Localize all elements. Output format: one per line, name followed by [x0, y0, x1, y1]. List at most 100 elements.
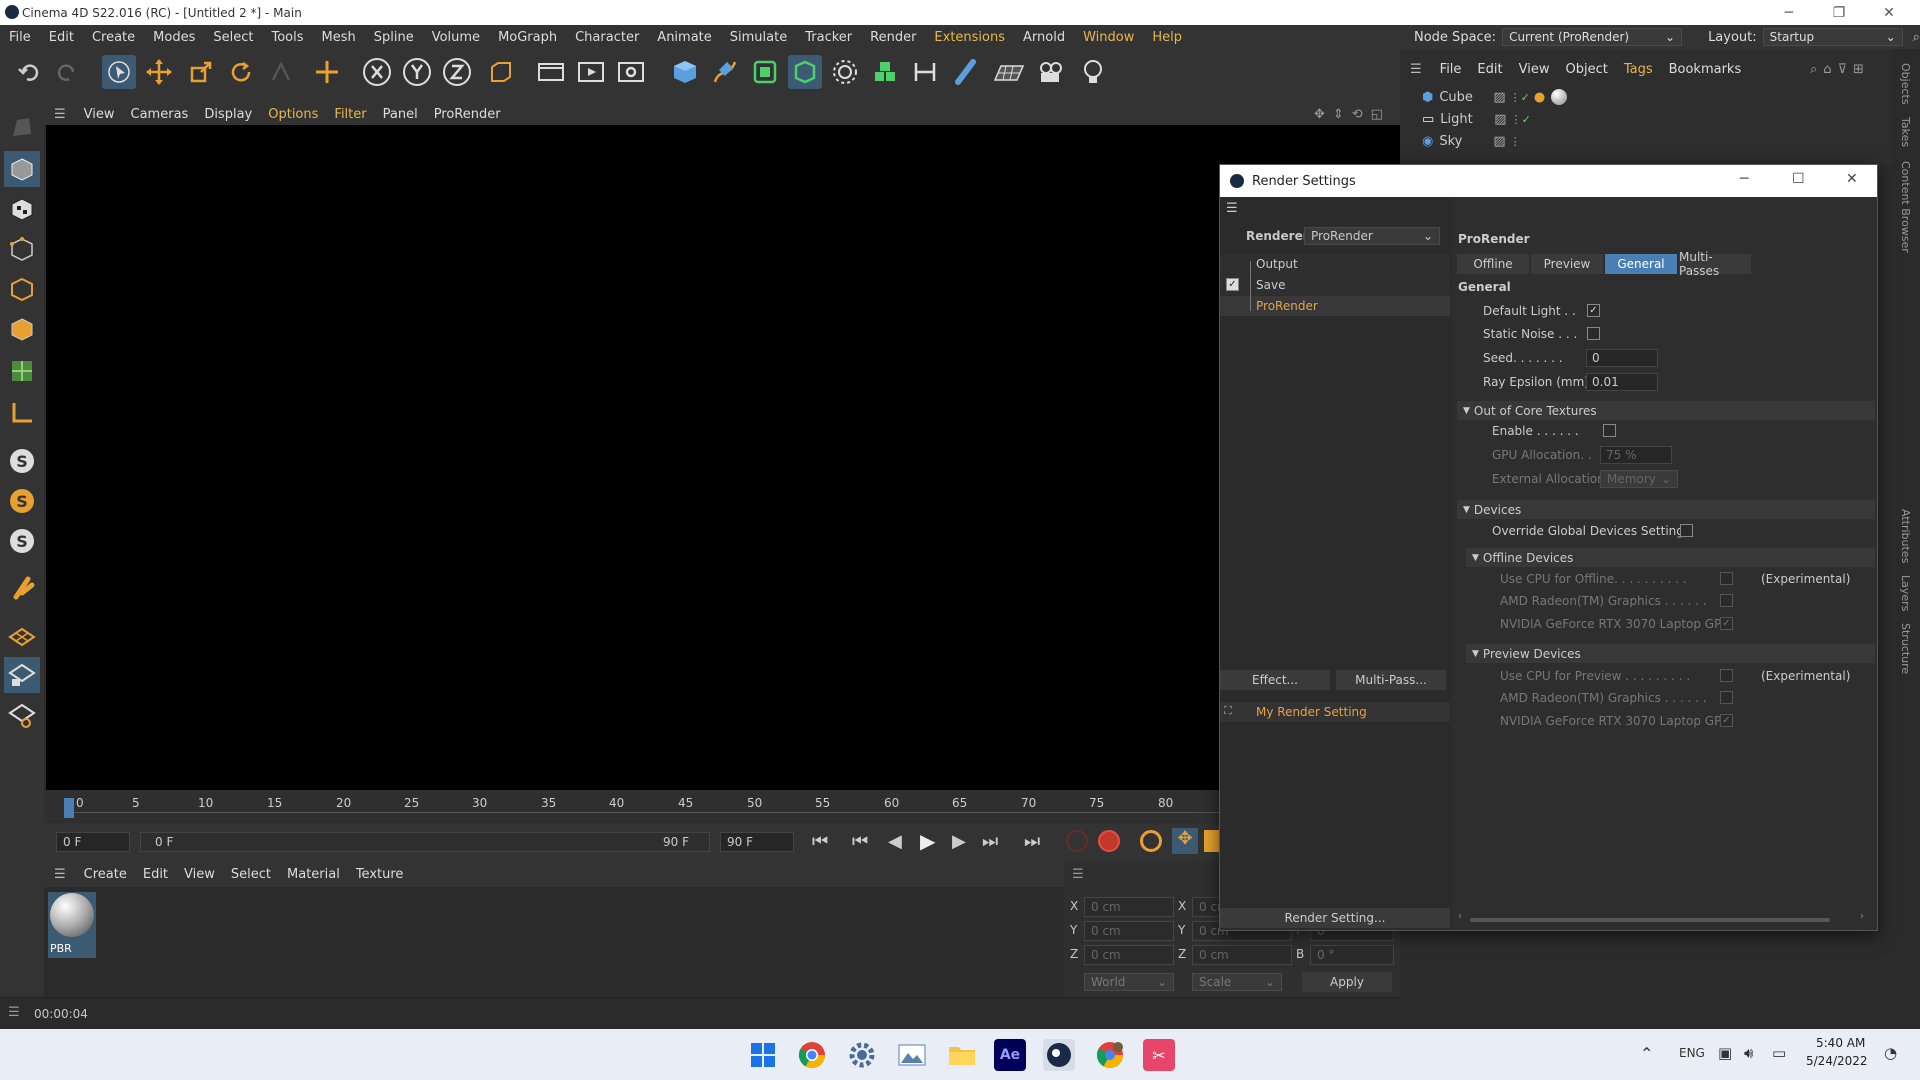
clock-date[interactable]: 5/24/2022 — [1806, 1054, 1868, 1068]
editable-toggle-icon[interactable]: ▨ — [1493, 134, 1505, 149]
battery-icon[interactable]: ▭ — [1772, 1044, 1786, 1062]
menu-edit[interactable]: Edit — [40, 30, 83, 45]
autokeying-icon[interactable] — [1098, 830, 1120, 852]
material-menu-edit[interactable]: Edit — [135, 867, 176, 882]
menu-create[interactable]: Create — [83, 30, 144, 45]
hamburger-menu-icon[interactable]: ☰ — [1072, 867, 1084, 882]
file-explorer-icon[interactable] — [946, 1039, 978, 1071]
tab-layers[interactable]: Layers — [1899, 575, 1912, 611]
object-menu-edit[interactable]: Edit — [1469, 62, 1510, 77]
lock-z-axis-icon[interactable] — [440, 55, 474, 89]
tab-preview[interactable]: Preview — [1531, 254, 1603, 274]
object-manager-tool-icons[interactable]: ⌕⌂⊽⊞ — [1810, 62, 1870, 77]
object-menu-tags[interactable]: Tags — [1616, 62, 1661, 77]
effect-button[interactable]: Effect... — [1220, 670, 1330, 690]
amd-offline-checkbox[interactable] — [1720, 594, 1733, 607]
position-y-field[interactable]: 0 cm — [1084, 921, 1174, 941]
minimize-button[interactable]: ─ — [1766, 0, 1812, 25]
visibility-dots-icon[interactable]: ⋮ — [1510, 135, 1521, 148]
menu-spline[interactable]: Spline — [365, 30, 423, 45]
menu-arnold[interactable]: Arnold — [1014, 30, 1074, 45]
material-menu-view[interactable]: View — [176, 867, 223, 882]
add-transform-icon[interactable] — [310, 55, 344, 89]
rotation-b-field[interactable]: 0 ° — [1310, 945, 1394, 965]
viewport-menu-options[interactable]: Options — [260, 107, 326, 122]
uv-mode-icon[interactable] — [4, 353, 40, 389]
viewport-menu-prorender[interactable]: ProRender — [426, 107, 509, 122]
notifications-icon[interactable]: ◔ — [1884, 1044, 1897, 1062]
playhead-marker[interactable] — [64, 798, 74, 818]
recent-tool-icon[interactable] — [264, 55, 298, 89]
apply-button[interactable]: Apply — [1302, 972, 1392, 992]
tree-item-prorender[interactable]: ProRender — [1220, 296, 1450, 316]
snap-settings-icon[interactable]: S — [4, 483, 40, 519]
hamburger-menu-icon[interactable]: ☰ — [1400, 62, 1432, 77]
light-bulb-icon[interactable] — [1076, 55, 1110, 89]
chrome-icon[interactable] — [796, 1039, 828, 1071]
devices-section-header[interactable]: ▼ Devices — [1457, 500, 1875, 519]
menu-volume[interactable]: Volume — [423, 30, 489, 45]
viewport-navigation-icons[interactable]: ✥⇕⟲◱ — [1314, 107, 1391, 122]
tab-attributes[interactable]: Attributes — [1899, 509, 1912, 563]
material-menu-texture[interactable]: Texture — [348, 867, 412, 882]
minimize-button[interactable]: ─ — [1740, 171, 1748, 187]
tree-item-output[interactable]: Output — [1220, 254, 1450, 274]
maximize-button[interactable]: ❐ — [1816, 0, 1862, 25]
scale-key-icon[interactable] — [1204, 830, 1220, 852]
visibility-check-icon[interactable]: ⋮✓ — [1510, 91, 1530, 104]
menu-help[interactable]: Help — [1143, 30, 1191, 45]
texture-mode-icon[interactable] — [4, 191, 40, 227]
node-space-select[interactable]: Current (ProRender) ⌄ — [1502, 28, 1683, 46]
clock-time[interactable]: 5:40 AM — [1816, 1036, 1865, 1050]
coordinate-system-icon[interactable] — [484, 55, 518, 89]
scrollbar-thumb[interactable] — [1470, 918, 1830, 922]
hamburger-menu-icon[interactable]: ☰ — [44, 867, 76, 882]
network-icon[interactable]: ▣ — [1718, 1044, 1732, 1062]
current-frame-field[interactable]: 0 F — [56, 832, 130, 852]
redo-icon[interactable] — [50, 55, 84, 89]
size-mode-select[interactable]: Scale ⌄ — [1192, 973, 1282, 991]
make-editable-icon[interactable] — [4, 109, 40, 145]
material-menu-select[interactable]: Select — [223, 867, 279, 882]
rotate-icon[interactable] — [224, 55, 258, 89]
tweak-icon[interactable] — [4, 569, 40, 605]
object-menu-view[interactable]: View — [1511, 62, 1558, 77]
menu-tracker[interactable]: Tracker — [796, 30, 861, 45]
locked-workplane-icon[interactable] — [4, 657, 40, 693]
photos-icon[interactable] — [896, 1039, 928, 1071]
save-enabled-checkbox[interactable]: ✓ — [1226, 278, 1239, 291]
viewport-canvas[interactable] — [46, 125, 1400, 790]
preview-devices-section-header[interactable]: ▼ Preview Devices — [1466, 644, 1875, 663]
tab-structure[interactable]: Structure — [1899, 623, 1912, 674]
object-row-light[interactable]: ▭ Light ▨ ⋮✓ — [1422, 109, 1531, 129]
axis-mode-icon[interactable] — [4, 395, 40, 431]
workplane-icon[interactable] — [4, 617, 40, 653]
render-view-icon[interactable] — [534, 55, 568, 89]
external-allocation-select[interactable]: Memory ⌄ — [1600, 470, 1678, 488]
menu-animate[interactable]: Animate — [648, 30, 720, 45]
quantize-icon[interactable]: S — [4, 523, 40, 559]
editable-toggle-icon[interactable]: ▨ — [1493, 90, 1505, 105]
viewport-menu-view[interactable]: View — [76, 107, 123, 122]
default-light-checkbox[interactable]: ✓ — [1587, 304, 1600, 317]
lock-y-axis-icon[interactable] — [400, 55, 434, 89]
out-of-core-section-header[interactable]: ▼ Out of Core Textures — [1457, 401, 1875, 420]
menu-extensions[interactable]: Extensions — [925, 30, 1014, 45]
object-menu-object[interactable]: Object — [1557, 62, 1615, 77]
layout-select[interactable]: Startup ⌄ — [1762, 28, 1903, 46]
chevron-up-icon[interactable]: ⌃ — [1640, 1044, 1653, 1063]
search-icon[interactable]: ⌕ — [1913, 30, 1920, 45]
multipass-button[interactable]: Multi-Pass... — [1336, 670, 1446, 690]
viewport-menu-display[interactable]: Display — [196, 107, 260, 122]
maximize-button[interactable]: ☐ — [1792, 171, 1805, 187]
material-tag-icon[interactable] — [1551, 89, 1568, 105]
extrude-generator-icon[interactable] — [788, 55, 822, 89]
menu-mograph[interactable]: MoGraph — [489, 30, 566, 45]
record-active-objects-icon[interactable] — [1066, 830, 1088, 852]
play-icon[interactable]: ▶ — [920, 829, 935, 853]
offline-devices-section-header[interactable]: ▼ Offline Devices — [1466, 548, 1875, 567]
render-setting-item[interactable]: ⛶ My Render Setting — [1220, 702, 1450, 722]
cube-object-icon[interactable] — [668, 55, 702, 89]
object-row-sky[interactable]: ◉ Sky ▨ ⋮ — [1422, 131, 1521, 151]
points-mode-icon[interactable] — [4, 231, 40, 267]
